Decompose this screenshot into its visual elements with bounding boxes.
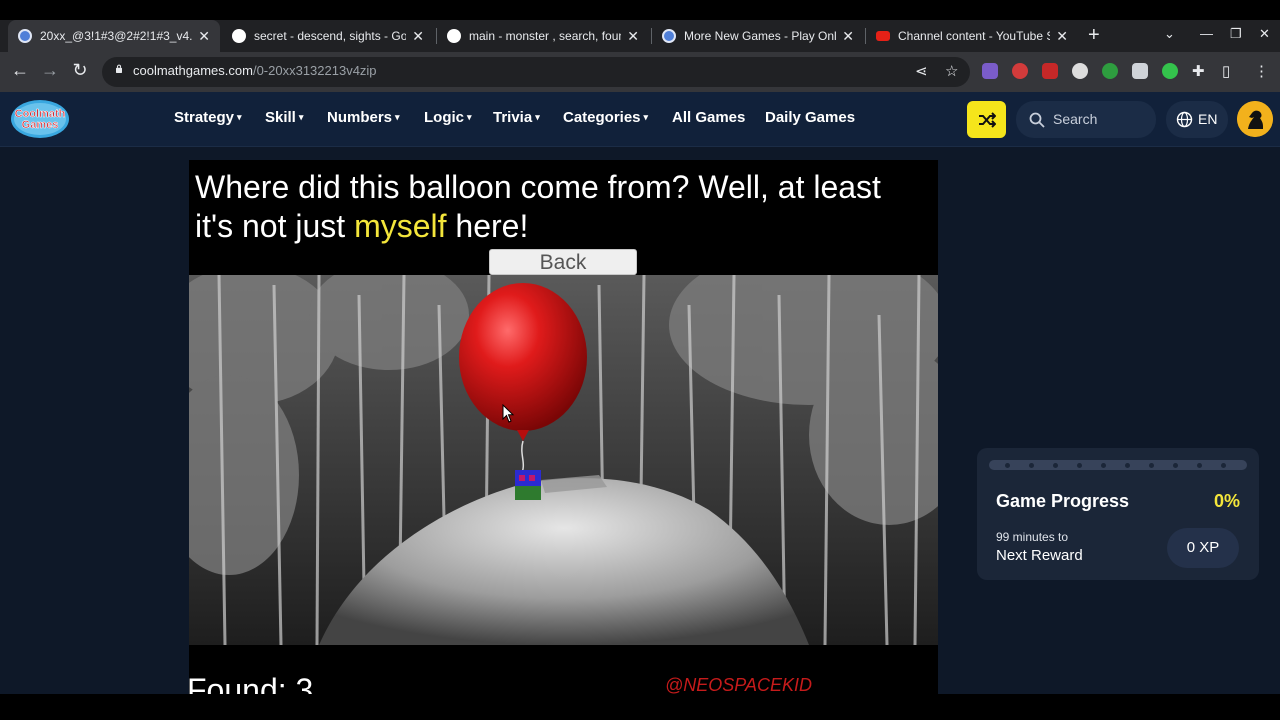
progress-step bbox=[1077, 463, 1082, 468]
chevron-down-icon: ▾ bbox=[535, 112, 540, 122]
extension-icon[interactable] bbox=[1072, 63, 1088, 79]
side-panel-icon[interactable]: ▯ bbox=[1222, 62, 1230, 80]
share-icon[interactable]: ⋖ bbox=[915, 62, 928, 80]
google-icon bbox=[447, 29, 461, 43]
progress-step bbox=[1173, 463, 1178, 468]
tab-1[interactable]: 20xx_@3!1#3@2#2!1#3_v4.zip ✕ bbox=[8, 20, 220, 52]
shuffle-icon bbox=[978, 111, 996, 128]
forward-arrow-icon[interactable]: → bbox=[38, 60, 62, 81]
url-text[interactable]: coolmathgames.com/0-20xx3132213v4zip bbox=[133, 63, 377, 78]
language-selector[interactable]: EN bbox=[1166, 101, 1228, 138]
back-button[interactable]: Back bbox=[489, 249, 637, 275]
progress-step bbox=[1101, 463, 1106, 468]
extension-icon[interactable] bbox=[1132, 63, 1148, 79]
new-tab-button[interactable]: + bbox=[1088, 25, 1100, 45]
game-progress-panel: Game Progress 0% 99 minutes to Next Rewa… bbox=[977, 448, 1259, 580]
mouse-cursor-icon bbox=[502, 404, 515, 423]
chevron-down-icon: ▾ bbox=[467, 112, 472, 122]
tab-title: main - monster , search, found bbox=[469, 29, 622, 43]
search-placeholder: Search bbox=[1053, 111, 1098, 127]
progress-bar bbox=[989, 460, 1247, 470]
coolmath-icon bbox=[18, 29, 32, 43]
tab-5[interactable]: Channel content - YouTube Studio ✕ bbox=[866, 20, 1078, 52]
tab-title: secret - descend, sights - Google bbox=[254, 29, 407, 43]
lock-icon bbox=[116, 64, 122, 73]
nav-logic[interactable]: Logic ▾ bbox=[424, 109, 472, 126]
progress-step bbox=[1053, 463, 1058, 468]
language-label: EN bbox=[1198, 111, 1218, 127]
nav-daily-games[interactable]: Daily Games bbox=[765, 109, 855, 126]
youtube-icon bbox=[876, 31, 890, 41]
tab-search-icon[interactable]: ⌄ bbox=[1164, 26, 1175, 42]
reload-icon[interactable]: ↻ bbox=[68, 60, 92, 81]
watermark: @NEOSPACEKID bbox=[665, 675, 812, 694]
progress-percent: 0% bbox=[1213, 491, 1240, 511]
coolmath-icon bbox=[662, 29, 676, 43]
extension-icon[interactable] bbox=[982, 63, 998, 79]
close-window-icon[interactable]: ✕ bbox=[1259, 26, 1270, 42]
nav-trivia[interactable]: Trivia ▾ bbox=[493, 109, 540, 126]
minutes-remaining: 99 minutes to bbox=[996, 530, 1069, 544]
progress-title: Game Progress bbox=[996, 491, 1130, 511]
minimize-icon[interactable]: — bbox=[1200, 26, 1213, 41]
next-reward-label: Next Reward bbox=[996, 547, 1083, 564]
chevron-down-icon: ▾ bbox=[395, 112, 400, 122]
tab-title: Channel content - YouTube Studio bbox=[898, 29, 1050, 43]
chevron-down-icon: ▾ bbox=[237, 112, 242, 122]
tab-title: 20xx_@3!1#3@2#2!1#3_v4.zip bbox=[40, 29, 193, 43]
extension-icon[interactable] bbox=[1102, 63, 1118, 79]
logo-text: Games bbox=[22, 119, 59, 131]
avatar[interactable] bbox=[1237, 101, 1273, 137]
back-arrow-icon[interactable]: ← bbox=[8, 60, 32, 81]
coolmath-logo[interactable]: Coolmath Games bbox=[8, 98, 72, 140]
close-icon[interactable]: ✕ bbox=[412, 28, 424, 45]
restore-icon[interactable]: ❐ bbox=[1230, 26, 1242, 42]
nav-numbers[interactable]: Numbers ▾ bbox=[327, 109, 400, 126]
found-counter: Found: 3 bbox=[189, 672, 314, 694]
tab-3[interactable]: main - monster , search, found ✕ bbox=[437, 20, 649, 52]
google-icon bbox=[232, 29, 246, 43]
progress-step bbox=[1221, 463, 1226, 468]
xp-badge: 0 XP bbox=[1167, 528, 1239, 568]
random-game-button[interactable] bbox=[967, 101, 1006, 138]
search-input[interactable]: Search bbox=[1016, 101, 1156, 138]
extension-icon[interactable] bbox=[1042, 63, 1058, 79]
search-icon bbox=[1029, 112, 1045, 128]
highlighted-word: myself bbox=[354, 208, 447, 244]
progress-step bbox=[1125, 463, 1130, 468]
nav-strategy[interactable]: Strategy ▾ bbox=[174, 109, 242, 126]
forest-scene[interactable] bbox=[189, 275, 938, 645]
close-icon[interactable]: ✕ bbox=[1056, 28, 1068, 45]
extension-icon[interactable] bbox=[1162, 63, 1178, 79]
game-dialog: Where did this balloon come from? Well, … bbox=[195, 169, 881, 244]
extension-icon[interactable] bbox=[1012, 63, 1028, 79]
nav-categories[interactable]: Categories ▾ bbox=[563, 109, 648, 126]
close-icon[interactable]: ✕ bbox=[627, 28, 639, 45]
bookmark-star-icon[interactable]: ☆ bbox=[945, 62, 958, 80]
game-canvas[interactable]: Where did this balloon come from? Well, … bbox=[189, 160, 938, 694]
nav-skill[interactable]: Skill ▾ bbox=[265, 109, 303, 126]
globe-icon bbox=[1176, 111, 1193, 128]
progress-step bbox=[1029, 463, 1034, 468]
progress-step bbox=[1005, 463, 1010, 468]
close-icon[interactable]: ✕ bbox=[842, 28, 854, 45]
tab-4[interactable]: More New Games - Play Online ✕ bbox=[652, 20, 864, 52]
progress-step bbox=[1149, 463, 1154, 468]
chevron-down-icon: ▾ bbox=[643, 112, 649, 122]
tab-2[interactable]: secret - descend, sights - Google ✕ bbox=[222, 20, 434, 52]
tab-title: More New Games - Play Online bbox=[684, 29, 837, 43]
nav-all-games[interactable]: All Games bbox=[672, 109, 745, 126]
puzzle-icon[interactable]: ✚ bbox=[1192, 62, 1205, 80]
close-icon[interactable]: ✕ bbox=[198, 28, 210, 45]
chevron-down-icon: ▾ bbox=[298, 112, 304, 122]
progress-step bbox=[1197, 463, 1202, 468]
more-menu-icon[interactable]: ⋮ bbox=[1254, 62, 1269, 80]
